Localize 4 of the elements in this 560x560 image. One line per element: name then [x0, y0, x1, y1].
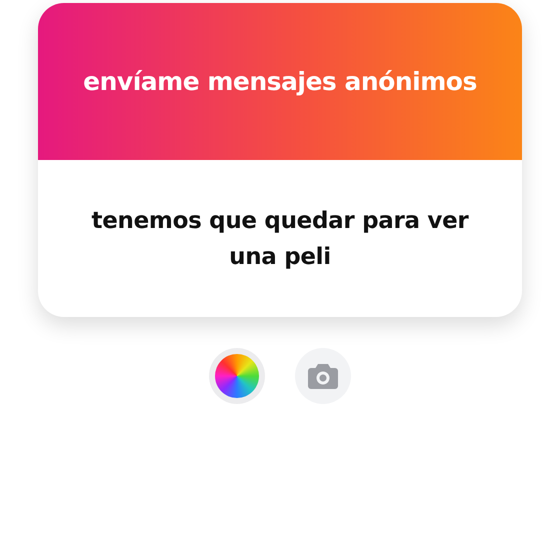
card-title: envíame mensajes anónimos: [83, 67, 477, 96]
color-wheel-icon: [215, 354, 259, 398]
camera-icon: [308, 363, 338, 389]
message-text: tenemos que quedar para ver una peli: [90, 206, 470, 272]
